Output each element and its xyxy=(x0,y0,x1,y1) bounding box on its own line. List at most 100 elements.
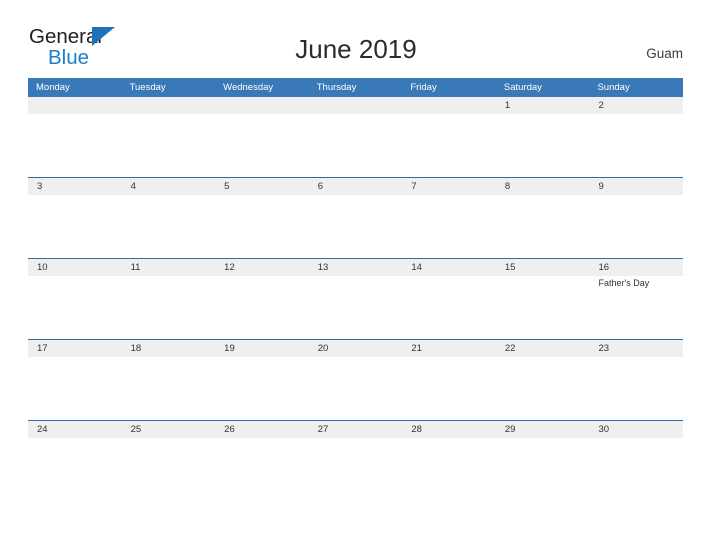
day-events-cell[interactable] xyxy=(28,357,122,420)
week-event-strip xyxy=(28,114,683,177)
day-number-empty xyxy=(215,97,309,114)
day-events-cell[interactable] xyxy=(215,357,309,420)
day-number[interactable]: 13 xyxy=(309,259,403,276)
day-number[interactable]: 3 xyxy=(28,178,122,195)
day-number[interactable]: 7 xyxy=(402,178,496,195)
day-events-cell[interactable] xyxy=(589,438,683,501)
calendar-grid: Monday Tuesday Wednesday Thursday Friday… xyxy=(28,78,683,501)
day-number[interactable]: 18 xyxy=(122,340,216,357)
day-events-cell[interactable] xyxy=(215,195,309,258)
day-number[interactable]: 27 xyxy=(309,421,403,438)
calendar-weeks: 1 2 3 4 5 6 7 8 9 10 11 12 13 14 15 16 Father's Day 17 18 1… xyxy=(28,97,683,501)
day-events-cell[interactable]: Father's Day xyxy=(589,276,683,339)
day-number[interactable]: 22 xyxy=(496,340,590,357)
calendar-week-row: 3456789 xyxy=(28,177,683,258)
weekday-header-monday: Monday xyxy=(36,82,70,93)
calendar-page: General Blue June 2019 Guam Monday Tuesd… xyxy=(0,0,712,550)
day-number[interactable]: 5 xyxy=(215,178,309,195)
day-events-cell[interactable] xyxy=(589,195,683,258)
calendar-week-row: 24 25 26 27 28 29 30 xyxy=(28,420,683,501)
day-number[interactable]: 12 xyxy=(215,259,309,276)
day-number[interactable]: 24 xyxy=(28,421,122,438)
day-number[interactable]: 15 xyxy=(496,259,590,276)
day-number[interactable]: 8 xyxy=(496,178,590,195)
day-events-cell[interactable] xyxy=(309,357,403,420)
day-events-cell[interactable] xyxy=(309,276,403,339)
day-events-cell[interactable] xyxy=(496,438,590,501)
holiday-event-label: Father's Day xyxy=(598,278,650,288)
day-events-cell[interactable] xyxy=(309,195,403,258)
day-number[interactable]: 2 xyxy=(589,97,683,114)
weekday-header-thursday: Thursday xyxy=(316,82,357,93)
page-title: June 2019 xyxy=(295,34,417,64)
day-number[interactable]: 11 xyxy=(122,259,216,276)
page-header: General Blue June 2019 Guam xyxy=(0,0,712,78)
day-events-cell[interactable] xyxy=(28,438,122,501)
day-events-cell[interactable] xyxy=(402,357,496,420)
calendar-week-row: 12 xyxy=(28,97,683,177)
day-events-cell xyxy=(309,114,403,177)
day-events-cell xyxy=(402,114,496,177)
day-events-cell[interactable] xyxy=(496,114,590,177)
day-number-empty xyxy=(309,97,403,114)
week-event-strip xyxy=(28,438,683,501)
day-number[interactable]: 25 xyxy=(122,421,216,438)
day-number[interactable]: 14 xyxy=(402,259,496,276)
day-number-empty xyxy=(122,97,216,114)
day-events-cell[interactable] xyxy=(28,195,122,258)
weekday-header-tuesday: Tuesday xyxy=(129,82,166,93)
day-number[interactable]: 20 xyxy=(309,340,403,357)
week-date-strip: 17 18 19 20 21 22 23 xyxy=(28,340,683,357)
day-number[interactable]: 23 xyxy=(589,340,683,357)
day-number[interactable]: 1 xyxy=(496,97,590,114)
week-event-strip xyxy=(28,195,683,258)
week-date-strip: 12 xyxy=(28,97,683,114)
weekday-header-row: Monday Tuesday Wednesday Thursday Friday… xyxy=(28,78,683,97)
day-events-cell[interactable] xyxy=(402,195,496,258)
weekday-header-wednesday: Wednesday xyxy=(223,82,274,93)
day-events-cell[interactable] xyxy=(215,438,309,501)
day-number-empty xyxy=(402,97,496,114)
day-number[interactable]: 30 xyxy=(589,421,683,438)
weekday-header-sunday: Sunday xyxy=(597,82,630,93)
day-events-cell[interactable] xyxy=(309,438,403,501)
day-number[interactable]: 28 xyxy=(402,421,496,438)
day-number[interactable]: 19 xyxy=(215,340,309,357)
calendar-week-row: 17 18 19 20 21 22 23 xyxy=(28,339,683,420)
day-number[interactable]: 26 xyxy=(215,421,309,438)
week-event-strip: Father's Day xyxy=(28,276,683,339)
day-number[interactable]: 17 xyxy=(28,340,122,357)
day-events-cell[interactable] xyxy=(496,276,590,339)
day-events-cell xyxy=(122,114,216,177)
day-events-cell[interactable] xyxy=(589,114,683,177)
week-event-strip xyxy=(28,357,683,420)
day-number-empty xyxy=(28,97,122,114)
day-events-cell[interactable] xyxy=(28,276,122,339)
day-events-cell[interactable] xyxy=(122,357,216,420)
day-number[interactable]: 16 xyxy=(589,259,683,276)
week-date-strip: 3456789 xyxy=(28,178,683,195)
calendar-week-row: 10 11 12 13 14 15 16 Father's Day xyxy=(28,258,683,339)
day-number[interactable]: 21 xyxy=(402,340,496,357)
weekday-header-friday: Friday xyxy=(410,82,437,93)
location-label: Guam xyxy=(646,46,683,61)
day-events-cell[interactable] xyxy=(589,357,683,420)
day-events-cell[interactable] xyxy=(402,276,496,339)
day-events-cell[interactable] xyxy=(215,276,309,339)
day-events-cell[interactable] xyxy=(402,438,496,501)
day-events-cell xyxy=(215,114,309,177)
day-events-cell[interactable] xyxy=(122,438,216,501)
day-events-cell xyxy=(28,114,122,177)
day-events-cell[interactable] xyxy=(496,357,590,420)
week-date-strip: 10 11 12 13 14 15 16 xyxy=(28,259,683,276)
day-events-cell[interactable] xyxy=(122,195,216,258)
week-date-strip: 24 25 26 27 28 29 30 xyxy=(28,421,683,438)
weekday-header-saturday: Saturday xyxy=(503,82,542,93)
day-number[interactable]: 4 xyxy=(122,178,216,195)
day-number[interactable]: 29 xyxy=(496,421,590,438)
day-events-cell[interactable] xyxy=(122,276,216,339)
day-number[interactable]: 6 xyxy=(309,178,403,195)
day-events-cell[interactable] xyxy=(496,195,590,258)
day-number[interactable]: 9 xyxy=(589,178,683,195)
day-number[interactable]: 10 xyxy=(28,259,122,276)
